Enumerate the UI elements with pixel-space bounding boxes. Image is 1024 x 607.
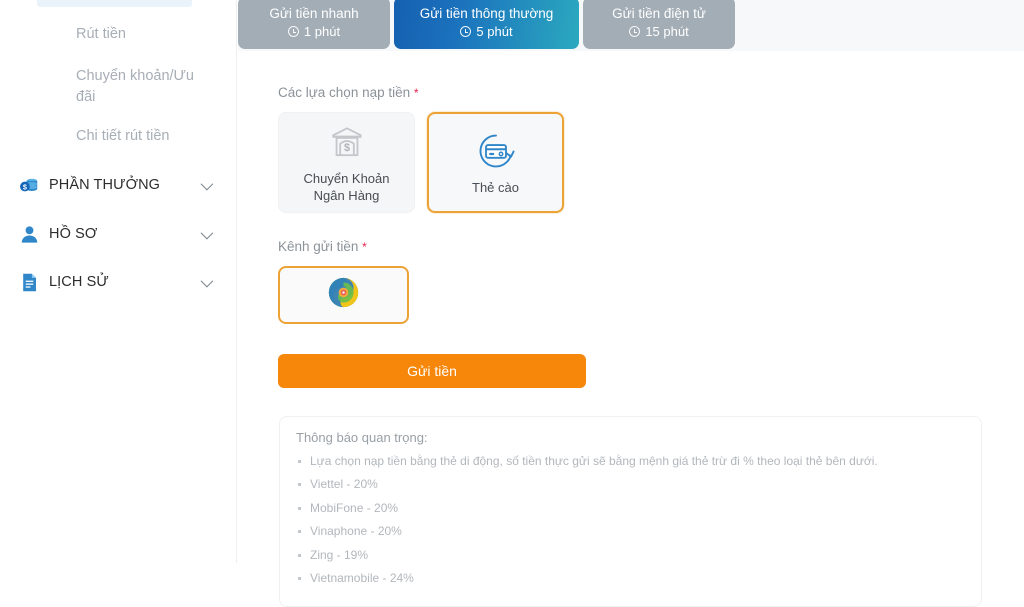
label-text: Các lựa chọn nạp tiền bbox=[278, 85, 411, 100]
coins-icon: $ bbox=[18, 174, 40, 196]
tab-label: Gửi tiền thông thường bbox=[419, 5, 554, 21]
clock-icon bbox=[629, 26, 641, 38]
list-item: Lựa chọn nạp tiền bằng thẻ di động, số t… bbox=[296, 450, 965, 473]
swirl-logo-icon bbox=[327, 276, 360, 314]
clock-icon bbox=[460, 26, 472, 38]
svg-text:$: $ bbox=[22, 182, 26, 191]
svg-text:$: $ bbox=[343, 142, 349, 154]
list-item: MobiFone - 20% bbox=[296, 497, 965, 520]
tab-fast-deposit[interactable]: Gửi tiền nhanh 1 phút bbox=[238, 0, 390, 49]
important-notice-box: Thông báo quan trọng: Lựa chọn nạp tiền … bbox=[279, 416, 982, 607]
sidebar-item-label: Chuyển khoản/Ưu đãi bbox=[76, 68, 194, 106]
tab-duration-text: 15 phút bbox=[645, 23, 689, 39]
sidebar-group-label: HỒ SƠ bbox=[49, 226, 98, 242]
tab-label: Gửi tiền nhanh bbox=[269, 5, 359, 21]
sidebar-group-label: LỊCH SỬ bbox=[49, 274, 109, 290]
label-text: Kênh gửi tiền bbox=[278, 239, 359, 254]
required-star: * bbox=[413, 86, 419, 100]
sidebar: Rút tiền Chuyển khoản/Ưu đãi Chi tiết rú… bbox=[0, 0, 237, 563]
channel-option-swirl[interactable] bbox=[278, 266, 409, 324]
deposit-form: Các lựa chọn nạp tiền * $ Chuyển Khoản N… bbox=[238, 51, 1024, 607]
chevron-down-icon[interactable] bbox=[200, 177, 214, 190]
required-star: * bbox=[362, 240, 367, 254]
deposit-option-label: Thẻ cào bbox=[472, 179, 519, 195]
deposit-method-tabbar: Gửi tiền nhanh 1 phút Gửi tiền thông thư… bbox=[238, 0, 1024, 51]
sidebar-active-highlight bbox=[37, 0, 192, 7]
notice-title: Thông báo quan trọng: bbox=[296, 430, 428, 445]
sidebar-group-profile[interactable]: HỒ SƠ bbox=[18, 219, 218, 249]
document-icon bbox=[18, 271, 40, 293]
chevron-down-icon[interactable] bbox=[200, 226, 214, 239]
tab-duration-text: 5 phút bbox=[476, 23, 513, 39]
chevron-down-icon[interactable] bbox=[200, 274, 214, 287]
deposit-option-scratch-card[interactable]: Thẻ cào bbox=[427, 112, 564, 213]
list-item: Vinaphone - 20% bbox=[296, 520, 965, 543]
sidebar-item-withdraw[interactable]: Rút tiền bbox=[76, 24, 206, 45]
user-icon bbox=[18, 223, 40, 245]
list-item: Viettel - 20% bbox=[296, 473, 965, 496]
list-item: Zing - 19% bbox=[296, 544, 965, 567]
bank-icon: $ bbox=[327, 120, 367, 164]
tab-label: Gửi tiền điện tử bbox=[612, 5, 706, 21]
tab-duration: 1 phút bbox=[287, 23, 341, 40]
submit-deposit-button[interactable]: Gửi tiền bbox=[278, 354, 586, 388]
deposit-options-label: Các lựa chọn nạp tiền * bbox=[278, 85, 1024, 100]
deposit-page: Rút tiền Chuyển khoản/Ưu đãi Chi tiết rú… bbox=[0, 0, 1024, 607]
tab-normal-deposit[interactable]: Gửi tiền thông thường 5 phút bbox=[394, 0, 579, 49]
tab-duration-text: 1 phút bbox=[303, 23, 341, 39]
tab-duration: 5 phút bbox=[460, 23, 513, 40]
list-item: Vietnamobile - 24% bbox=[296, 567, 965, 590]
tab-electronic-deposit[interactable]: Gửi tiền điện tử 15 phút bbox=[583, 0, 735, 49]
channel-group bbox=[278, 266, 1024, 324]
sidebar-item-label: Chi tiết rút tiền bbox=[76, 128, 170, 144]
deposit-option-label: Chuyển Khoản Ngân Hàng bbox=[303, 171, 390, 203]
tab-duration: 15 phút bbox=[629, 23, 689, 40]
deposit-options-group: $ Chuyển Khoản Ngân Hàng Thẻ cào bbox=[278, 112, 1024, 213]
sidebar-group-rewards[interactable]: $ PHẦN THƯỞNG bbox=[18, 170, 218, 200]
deposit-option-bank-transfer[interactable]: $ Chuyển Khoản Ngân Hàng bbox=[278, 112, 415, 213]
notice-list: Lựa chọn nạp tiền bằng thẻ di động, số t… bbox=[296, 450, 965, 590]
sidebar-item-label: Rút tiền bbox=[76, 26, 126, 42]
channel-label: Kênh gửi tiền * bbox=[278, 239, 1024, 254]
sidebar-item-transfer-promo[interactable]: Chuyển khoản/Ưu đãi bbox=[76, 66, 206, 108]
sidebar-group-label: PHẦN THƯỞNG bbox=[49, 177, 161, 193]
clock-icon bbox=[287, 26, 299, 38]
sidebar-group-history[interactable]: LỊCH SỬ bbox=[18, 267, 218, 297]
sidebar-item-withdraw-detail[interactable]: Chi tiết rút tiền bbox=[76, 126, 206, 147]
card-refresh-icon bbox=[476, 129, 516, 173]
